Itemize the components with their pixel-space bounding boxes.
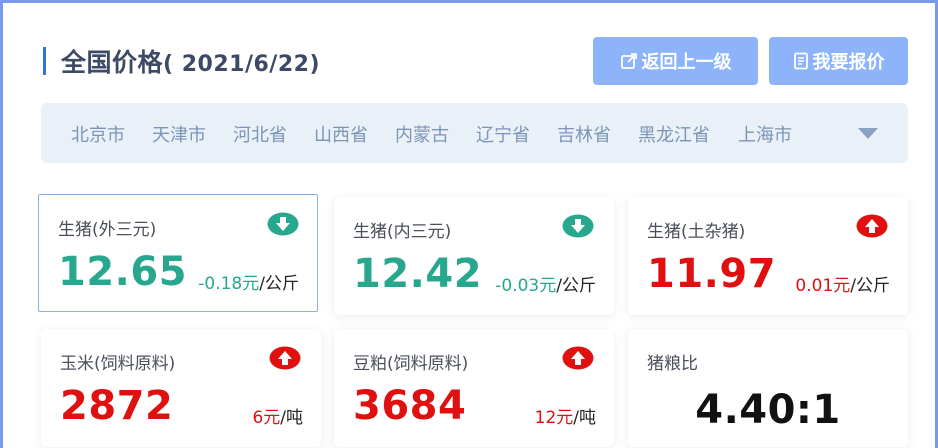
province-tab[interactable]: 山西省 [314,121,368,147]
province-tab[interactable]: 黑龙江省 [638,121,710,147]
card-title: 豆粕(饲料原料) [353,354,469,374]
expand-provinces-icon[interactable] [858,128,878,139]
card-change: 6元/吨 [252,403,303,428]
arrow-up-icon [269,346,301,370]
card-title: 生猪(内三元) [353,222,452,242]
change-unit: /吨 [573,408,596,428]
province-tab[interactable]: 吉林省 [557,121,611,147]
card-value: 11.97 [647,251,777,297]
card-change: -0.18元/公斤 [198,269,299,294]
change-amount: 6元 [252,408,281,428]
change-amount: 0.01元 [795,276,851,296]
change-unit: /公斤 [259,274,299,294]
card-value: 12.42 [353,251,483,297]
page-title-date: ( 2021/6/22) [163,52,321,77]
price-card-live-hog-inner[interactable]: 生猪(内三元) 12.42 -0.03元/公斤 [334,197,614,315]
card-change: -0.03元/公斤 [495,271,596,296]
arrow-up-icon [856,214,888,238]
external-link-icon [620,53,637,69]
price-card-live-hog-outer[interactable]: 生猪(外三元) 12.65 -0.18元/公斤 [38,194,318,312]
back-button[interactable]: 返回上一级 [593,37,758,85]
price-panel: 全国价格( 2021/6/22) 返回上一级 我要报价 北京市 天津市 河北省 … [0,0,938,448]
title-accent-bar [43,47,46,75]
card-value: 12.65 [58,249,188,295]
back-button-label: 返回上一级 [641,52,732,73]
card-change: 12元/吨 [535,403,596,428]
province-tab[interactable]: 辽宁省 [476,121,530,147]
province-tab[interactable]: 河北省 [233,121,287,147]
card-title: 生猪(土杂猪) [647,222,746,242]
change-unit: /公斤 [556,276,596,296]
card-title: 生猪(外三元) [58,220,157,240]
page-title-text: 全国价格 [61,48,164,77]
card-change: 0.01元/公斤 [795,271,890,296]
arrow-down-icon [562,214,594,238]
province-selector: 北京市 天津市 河北省 山西省 内蒙古 辽宁省 吉林省 黑龙江省 上海市 [41,103,908,163]
price-card-corn[interactable]: 玉米(饲料原料) 2872 6元/吨 [41,329,321,447]
province-tab[interactable]: 北京市 [71,121,125,147]
change-amount: -0.18元 [198,274,260,294]
change-amount: 12元 [534,408,574,428]
arrow-down-icon [267,212,299,236]
card-value: 4.40:1 [695,387,841,433]
card-title: 猪粮比 [647,354,698,374]
province-tab[interactable]: 上海市 [738,121,792,147]
change-unit: /吨 [280,408,303,428]
document-icon [793,52,808,70]
change-unit: /公斤 [850,276,890,296]
quote-button-label: 我要报价 [812,52,885,73]
price-card-hog-grain-ratio[interactable]: 猪粮比 4.40:1 [628,329,908,447]
arrow-up-icon [562,346,594,370]
quote-button[interactable]: 我要报价 [769,37,908,85]
change-amount: -0.03元 [495,276,557,296]
province-tab[interactable]: 内蒙古 [395,121,449,147]
price-card-live-hog-local[interactable]: 生猪(土杂猪) 11.97 0.01元/公斤 [628,197,908,315]
province-tab[interactable]: 天津市 [152,121,206,147]
card-title: 玉米(饲料原料) [60,354,176,374]
card-value: 3684 [353,383,467,429]
page-title: 全国价格( 2021/6/22) [61,43,320,79]
price-card-soybean-meal[interactable]: 豆粕(饲料原料) 3684 12元/吨 [334,329,614,447]
card-value: 2872 [60,383,174,429]
